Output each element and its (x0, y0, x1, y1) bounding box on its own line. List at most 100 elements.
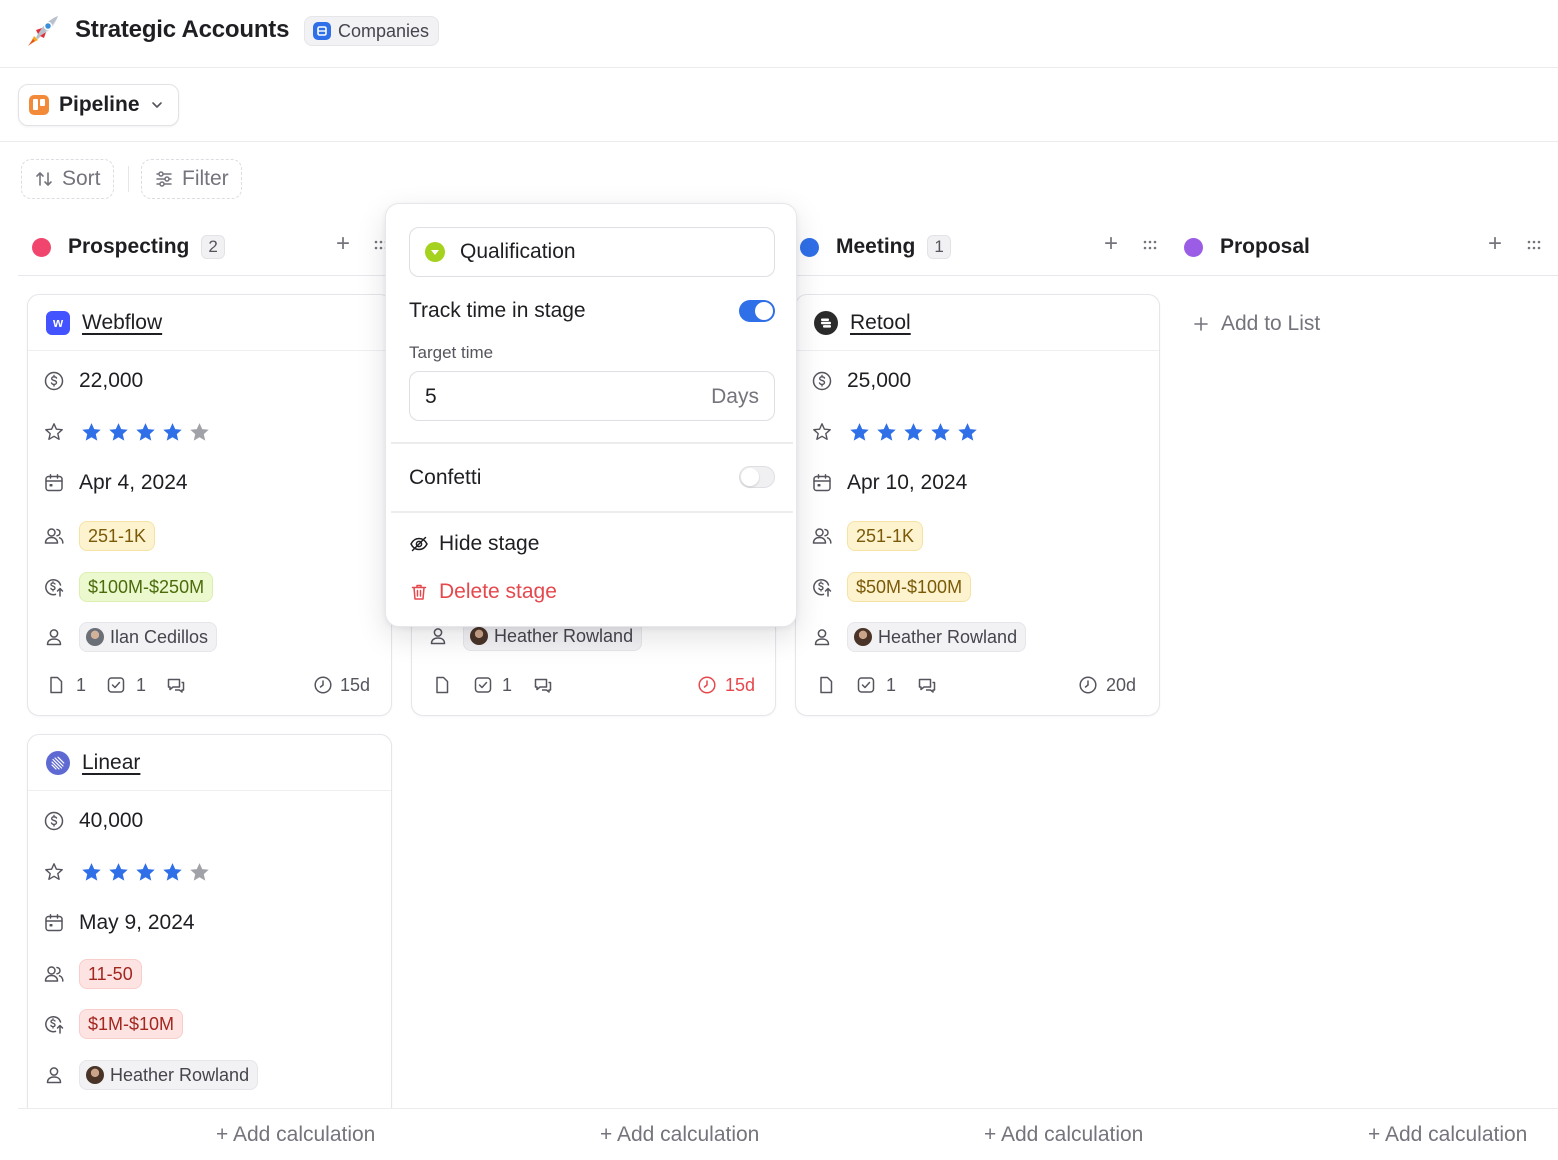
confetti-toggle[interactable] (739, 466, 775, 488)
view-selector[interactable]: Pipeline (18, 84, 179, 126)
add-calculation-button[interactable]: + Add calculation (216, 1123, 375, 1147)
target-time-label: Target time (409, 343, 494, 362)
hide-stage-button[interactable]: Hide stage (409, 532, 539, 556)
rating-stars[interactable] (80, 421, 211, 444)
person-icon (814, 629, 830, 646)
target-time-input[interactable]: 5 Days (409, 371, 775, 421)
kanban-icon (29, 95, 49, 115)
company-link[interactable]: Linear (82, 751, 140, 775)
owner-row: Heather Rowland (28, 1060, 391, 1090)
star-filled-icon[interactable] (161, 421, 184, 444)
add-calculation-button[interactable]: + Add calculation (984, 1123, 1143, 1147)
task-check-icon (107, 677, 125, 693)
filter-icon (156, 171, 172, 187)
owner-chip[interactable]: Heather Rowland (847, 622, 1027, 652)
star-empty-icon[interactable] (188, 861, 211, 884)
person-icon (46, 1067, 62, 1084)
drag-handle-icon[interactable] (1142, 238, 1158, 252)
rating-stars[interactable] (80, 861, 211, 884)
company-link[interactable]: Webflow (82, 311, 162, 335)
column-name: Prospecting (68, 235, 190, 258)
stage-settings-popover: Qualification Track time in stage Target… (385, 203, 797, 627)
star-filled-icon[interactable] (80, 861, 103, 884)
star-filled-icon[interactable] (929, 421, 952, 444)
star-empty-icon[interactable] (188, 421, 211, 444)
star-filled-icon[interactable] (134, 421, 157, 444)
owner-row: Heather Rowland (796, 622, 1159, 652)
owner-chip[interactable]: Heather Rowland (79, 1060, 259, 1090)
sort-button[interactable]: Sort (21, 159, 114, 199)
drag-handle-icon[interactable] (1526, 238, 1542, 252)
track-time-toggle[interactable] (739, 300, 775, 322)
record-card[interactable]: Linear 40,000 May 9, 2024 11-50 $1M-$10M… (27, 734, 392, 1124)
card-header: Retool (796, 295, 1159, 351)
calendar-icon (45, 474, 63, 492)
add-to-list-button[interactable]: Add to List (1193, 312, 1320, 336)
filter-label: Filter (182, 167, 229, 190)
add-calculation-button[interactable]: + Add calculation (600, 1123, 759, 1147)
stage-name-value: Qualification (460, 240, 576, 263)
person-icon (430, 628, 446, 645)
stage-color-dot (800, 237, 819, 257)
rating-stars[interactable] (848, 421, 979, 444)
star-outline-icon (813, 423, 831, 440)
filter-button[interactable]: Filter (141, 159, 242, 199)
column-header-prospecting[interactable]: Prospecting 2 + (32, 218, 388, 276)
owner-chip[interactable]: Ilan Cedillos (79, 622, 218, 652)
date-row: Apr 4, 2024 (28, 471, 391, 495)
star-filled-icon[interactable] (107, 861, 130, 884)
employees-row: 251-1K (28, 521, 391, 551)
amount-row: 40,000 (28, 809, 391, 833)
star-filled-icon[interactable] (848, 421, 871, 444)
toolbar-divider (128, 166, 129, 192)
column-header-meeting[interactable]: Meeting 1 + (800, 218, 1165, 276)
star-filled-icon[interactable] (902, 421, 925, 444)
column-header-proposal[interactable]: Proposal + (1184, 218, 1549, 276)
add-record-icon[interactable]: + (336, 230, 350, 258)
record-card[interactable]: w Webflow 22,000 Apr 4, 2024 251-1K $100… (27, 294, 392, 716)
revenue-icon (813, 579, 832, 597)
owner-row: Ilan Cedillos (28, 622, 391, 652)
page-title: Strategic Accounts (75, 16, 290, 43)
star-filled-icon[interactable] (107, 421, 130, 444)
users-icon (44, 966, 64, 982)
currency-icon (812, 371, 832, 391)
stage-name-input[interactable]: Qualification (409, 227, 775, 277)
star-outline-icon (45, 423, 63, 440)
record-card[interactable]: Retool 25,000 Apr 10, 2024 251-1K $50M-$… (795, 294, 1160, 716)
employee-range-tag: 11-50 (79, 959, 142, 989)
users-icon (44, 528, 64, 544)
delete-stage-label: Delete stage (439, 580, 557, 603)
linear-logo-icon (46, 750, 70, 775)
company-link[interactable]: Retool (850, 311, 911, 335)
person-icon (46, 629, 62, 646)
stage-color-dot (1184, 237, 1203, 257)
revenue-row: $1M-$10M (28, 1009, 391, 1039)
target-time-value: 5 (425, 385, 437, 408)
revenue-range-tag: $1M-$10M (79, 1009, 184, 1039)
revenue-range-tag: $100M-$250M (79, 572, 214, 602)
plus-icon (1194, 317, 1208, 331)
star-filled-icon[interactable] (161, 861, 184, 884)
star-filled-icon[interactable] (875, 421, 898, 444)
trash-icon (411, 584, 427, 600)
clock-overdue-icon (698, 676, 716, 694)
star-filled-icon[interactable] (134, 861, 157, 884)
star-filled-icon[interactable] (80, 421, 103, 444)
card-footer: 1 1 15d (28, 675, 391, 699)
add-calculation-button[interactable]: + Add calculation (1368, 1123, 1527, 1147)
time-in-stage: 20d (1106, 675, 1137, 695)
clock-icon (1079, 676, 1097, 694)
file-icon (50, 676, 63, 694)
comments-icon (167, 678, 185, 693)
task-check-icon (474, 677, 492, 693)
card-footer: 1 20d (796, 675, 1159, 699)
employee-range-tag: 251-1K (847, 521, 924, 551)
employees-row: 11-50 (28, 959, 391, 989)
delete-stage-button[interactable]: Delete stage (409, 580, 557, 604)
add-record-icon[interactable]: + (1104, 230, 1118, 258)
rating-row (28, 860, 391, 884)
star-filled-icon[interactable] (956, 421, 979, 444)
add-record-icon[interactable]: + (1488, 230, 1502, 258)
object-badge[interactable]: Companies (304, 16, 440, 46)
